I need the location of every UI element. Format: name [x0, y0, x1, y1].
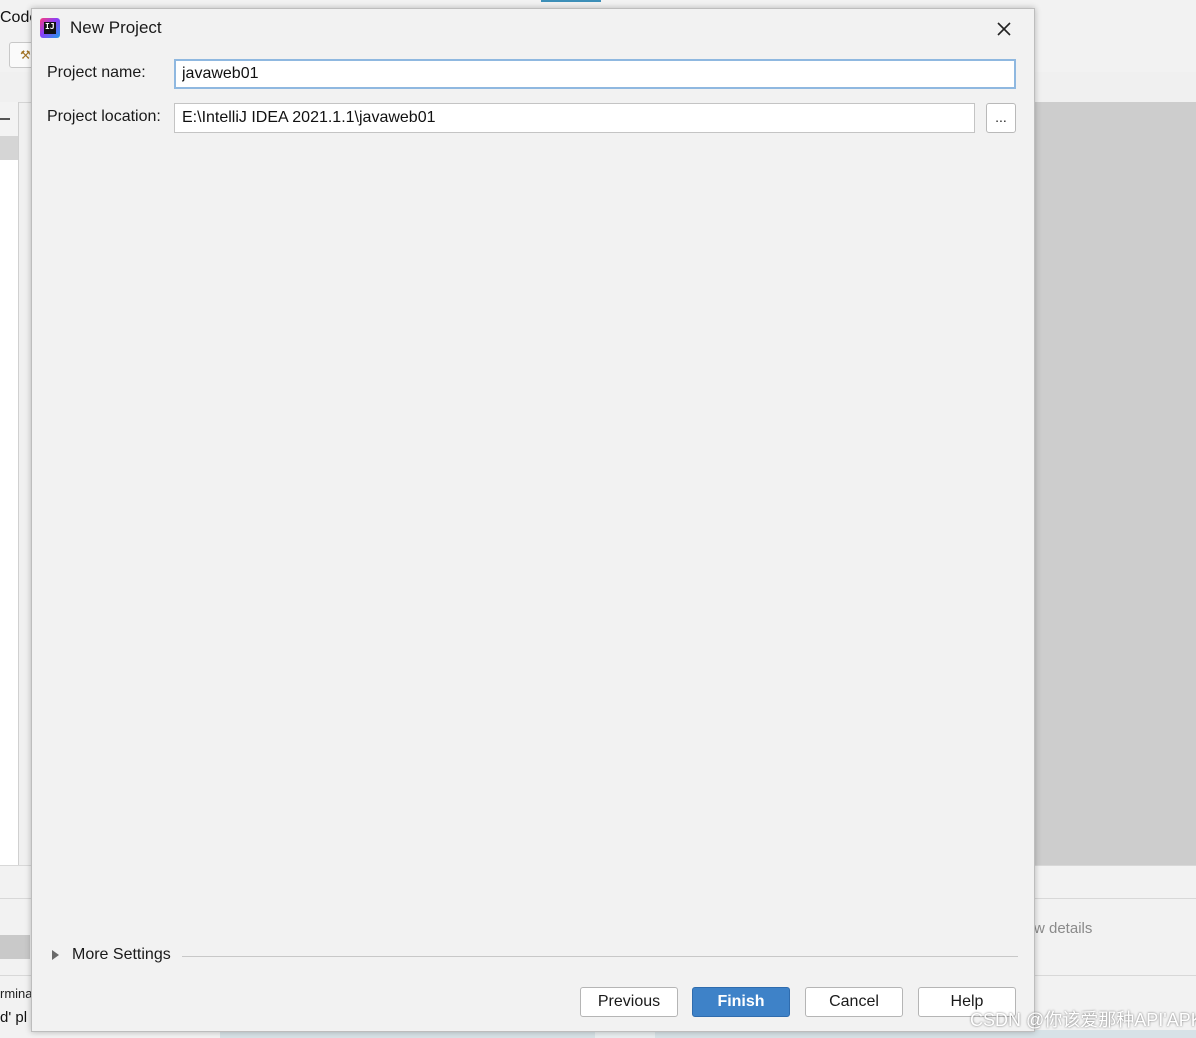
close-icon	[997, 22, 1011, 36]
csdn-watermark: CSDN @你该爱那种API'APK'	[970, 1010, 1196, 1030]
ide-status-text: d' pl	[0, 1009, 28, 1026]
more-settings-label: More Settings	[72, 946, 171, 963]
ide-project-panel-selection	[0, 136, 18, 160]
dialog-titlebar[interactable]: IJ New Project	[32, 9, 1034, 47]
intellij-idea-icon: IJ	[40, 18, 60, 38]
ide-tab-indicator	[541, 0, 601, 2]
more-settings-toggle[interactable]: More Settings	[52, 946, 1018, 966]
project-location-input[interactable]	[174, 103, 975, 133]
ide-show-details-link[interactable]: w details	[1034, 920, 1092, 937]
finish-button[interactable]: Finish	[692, 987, 790, 1017]
new-project-dialog: IJ New Project Project name: Project loc…	[31, 8, 1035, 1032]
more-settings-separator	[182, 956, 1018, 957]
project-name-input[interactable]	[174, 59, 1016, 89]
project-name-label: Project name:	[47, 64, 146, 81]
previous-button[interactable]: Previous	[580, 987, 678, 1017]
ide-project-panel	[0, 102, 19, 865]
triangle-right-icon	[52, 950, 59, 960]
browse-location-button[interactable]: ...	[986, 103, 1016, 133]
close-button[interactable]	[990, 15, 1018, 43]
ide-tool-window-selection	[0, 935, 30, 959]
project-location-label: Project location:	[47, 108, 161, 125]
ide-editor-area	[1034, 102, 1196, 865]
ide-collapse-icon[interactable]	[0, 118, 10, 120]
dialog-title: New Project	[70, 18, 162, 37]
cancel-button[interactable]: Cancel	[805, 987, 903, 1017]
ide-terminal-tab[interactable]: rmina	[0, 986, 33, 1001]
screen: Code ⚒ w details rmina d' pl IJ New Proj…	[0, 0, 1196, 1038]
